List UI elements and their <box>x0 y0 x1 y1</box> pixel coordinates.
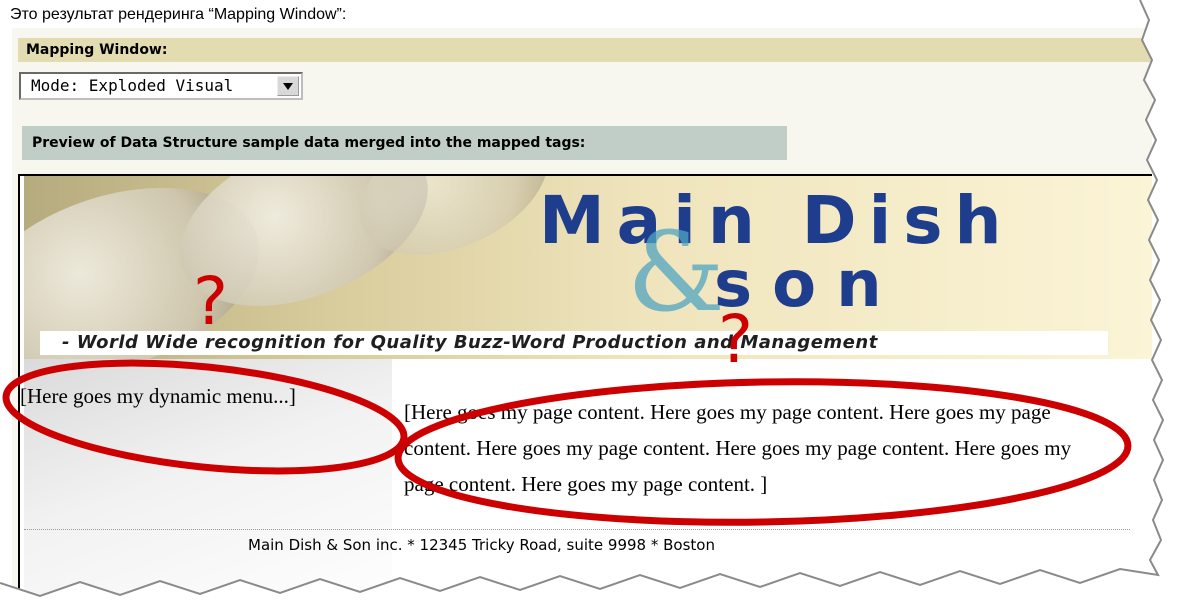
preview-frame: Main Dish & son - World Wide recognition… <box>18 174 1152 596</box>
panel-header: Mapping Window: <box>18 38 1152 62</box>
brand-subtitle: son <box>714 248 902 322</box>
mode-select[interactable]: Mode: Exploded Visual <box>19 72 303 100</box>
site-footer: Main Dish & Son inc. * 12345 Tricky Road… <box>248 536 715 554</box>
mapping-window-panel: Mapping Window: Mode: Exploded Visual Pr… <box>12 28 1152 596</box>
mode-select-value: Mode: Exploded Visual <box>31 76 234 95</box>
dropdown-arrow-icon[interactable] <box>277 76 299 96</box>
screenshot-caption: Это результат рендеринга “Mapping Window… <box>10 6 347 23</box>
site-banner: Main Dish & son - World Wide recognition… <box>24 176 1152 359</box>
page-content-placeholder: [Here goes my page content. Here goes my… <box>404 400 1072 496</box>
preview-label: Preview of Data Structure sample data me… <box>22 126 787 160</box>
brand-ampersand: & <box>627 208 725 336</box>
site-tagline: - World Wide recognition for Quality Buz… <box>62 332 878 353</box>
footer-divider <box>24 529 1130 530</box>
dynamic-menu-placeholder: [Here goes my dynamic menu...] <box>20 384 296 408</box>
